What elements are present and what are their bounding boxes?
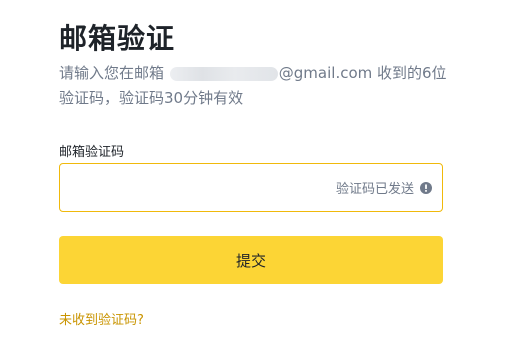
code-sent-text: 验证码已发送 <box>335 182 414 197</box>
masked-email <box>169 66 278 81</box>
verification-code-input[interactable] <box>60 164 336 211</box>
instructions-prefix: 请输入您在邮箱 <box>59 64 169 82</box>
code-field: 验证码已发送 <box>59 163 443 212</box>
email-domain: @gmail.com <box>278 64 373 82</box>
info-icon[interactable] <box>420 181 432 194</box>
code-sent-status: 验证码已发送 <box>336 178 432 197</box>
code-not-received-link[interactable]: 未收到验证码? <box>59 309 144 328</box>
page-title: 邮箱验证 <box>59 22 176 55</box>
verification-instructions: 请输入您在邮箱 @gmail.com 收到的6位验证码，验证码30分钟有效 <box>59 61 459 111</box>
submit-button[interactable]: 提交 <box>59 236 443 284</box>
code-field-label: 邮箱验证码 <box>59 145 125 160</box>
email-verification-page: 邮箱验证 请输入您在邮箱 @gmail.com 收到的6位验证码，验证码30分钟… <box>0 0 528 358</box>
